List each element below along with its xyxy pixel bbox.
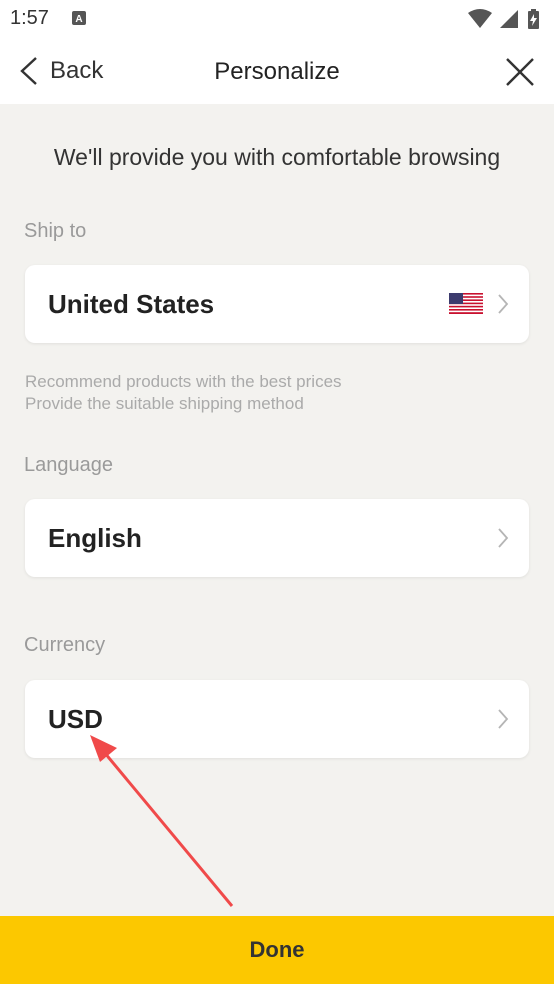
currency-value: USD <box>48 704 103 734</box>
navigation-bar: Back Personalize <box>0 38 554 104</box>
svg-text:A: A <box>75 14 82 25</box>
chevron-right-icon <box>498 528 509 548</box>
battery-charging-icon <box>528 9 539 29</box>
chevron-right-icon <box>498 709 509 729</box>
signal-icon <box>500 10 518 28</box>
status-bar: 1:57 A <box>0 0 554 38</box>
us-flag-icon <box>449 293 483 314</box>
language-label: Language <box>24 454 113 476</box>
language-value: English <box>48 523 142 553</box>
chevron-right-icon <box>498 294 509 314</box>
hint-line: Provide the suitable shipping method <box>25 394 304 413</box>
status-time: 1:57 <box>10 7 49 29</box>
close-icon[interactable] <box>504 56 536 88</box>
currency-label: Currency <box>24 634 106 656</box>
language-selector[interactable]: English <box>25 499 529 577</box>
done-button[interactable]: Done <box>0 916 554 984</box>
ship-to-value: United States <box>48 289 215 319</box>
intro-text: We'll provide you with comfortable brows… <box>53 144 501 170</box>
ship-to-hint: Recommend products with the best prices … <box>25 371 342 415</box>
ship-to-label: Ship to <box>24 220 87 242</box>
hint-line: Recommend products with the best prices <box>25 372 342 391</box>
status-icons <box>468 9 539 29</box>
currency-selector[interactable]: USD <box>25 680 529 758</box>
ship-to-selector[interactable]: United States <box>25 265 529 343</box>
page-title: Personalize <box>214 58 340 85</box>
a-letter-icon: A <box>72 11 86 25</box>
wifi-icon <box>468 9 492 28</box>
